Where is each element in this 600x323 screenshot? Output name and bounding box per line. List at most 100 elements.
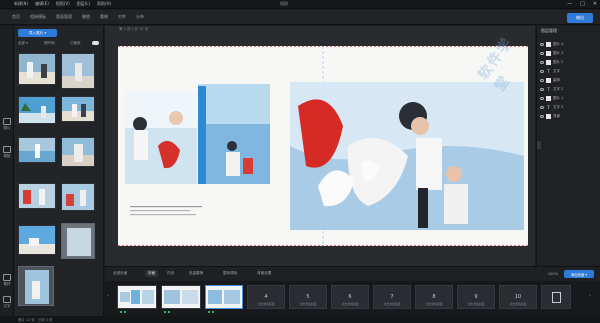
add-page-tile[interactable] [541, 285, 571, 309]
layer-label: 图片 3 [553, 50, 564, 55]
toolbar-distribute[interactable]: 分布 [136, 14, 144, 20]
library-photo[interactable] [18, 183, 56, 209]
close-icon[interactable]: ✕ [593, 1, 597, 7]
rail-item-photos[interactable]: 照片 [2, 118, 12, 131]
library-photo[interactable] [18, 225, 56, 255]
page-thumb-empty[interactable]: 8 点击添加版面 [415, 285, 453, 309]
page-thumb-empty[interactable]: 5 点击添加版面 [289, 285, 327, 309]
toolbar-redo[interactable]: 重做 [100, 14, 108, 20]
minimize-icon[interactable]: — [567, 1, 572, 7]
visibility-icon[interactable] [540, 96, 544, 100]
toolbar-template[interactable]: 相册模板 [30, 14, 46, 20]
page-number: 9 [474, 294, 478, 300]
library-photo-selected[interactable] [18, 266, 54, 306]
library-photo[interactable] [61, 53, 95, 89]
layer-row[interactable]: 背景 [540, 112, 598, 120]
photo-icon [3, 118, 11, 125]
visibility-icon[interactable] [540, 78, 544, 82]
menu-item-edit[interactable]: 编辑(E) [35, 1, 49, 7]
page-status [208, 311, 214, 313]
menu-bar: 新建(N) 编辑(E) 视图(V) 图层(L) 帮助(H) 相册 — □ ✕ [0, 0, 600, 9]
page-thumb-empty[interactable]: 6 点击添加版面 [331, 285, 369, 309]
library-photo[interactable] [18, 137, 56, 163]
toolbar-items: 首页 相册模板 版面管理 撤销 重做 对齐 分布 [12, 14, 144, 20]
page-breadcrumb: 第 1 页 / 共 12 页 [119, 27, 149, 31]
page-thumb-3[interactable] [205, 285, 243, 313]
layer-row[interactable]: 图片 3 [540, 49, 598, 57]
menu-item-new[interactable]: 新建(N) [14, 1, 28, 7]
rail-label: 模板 [3, 154, 11, 158]
layer-label: 文字 [553, 68, 560, 73]
visibility-icon[interactable] [540, 105, 544, 109]
layer-label: 图片 1 [553, 95, 564, 100]
rail-item-assets[interactable]: 素材 [2, 274, 12, 287]
toolbar-layout[interactable]: 版面管理 [56, 14, 72, 20]
tab-inner[interactable]: 内页 [167, 271, 174, 276]
zoom-level[interactable]: 100% [548, 272, 558, 276]
page-hint: 点击添加版面 [467, 302, 485, 306]
page-thumb-empty[interactable]: 9 点击添加版面 [457, 285, 495, 309]
tab-color-adjust[interactable]: 整体调色 [223, 271, 237, 276]
layer-thumb-icon [546, 113, 551, 119]
library-photo[interactable] [18, 96, 56, 124]
layer-thumb-icon [546, 50, 551, 56]
layer-thumb-icon [546, 95, 551, 101]
toolbar-align[interactable]: 对齐 [118, 14, 126, 20]
tab-background[interactable]: 背景设置 [257, 271, 271, 276]
layer-row[interactable]: T 文字 2 [540, 85, 598, 93]
library-photo[interactable] [61, 137, 95, 167]
rail-item-text[interactable]: 文字 [2, 296, 12, 309]
layer-row[interactable]: 图片 2 [540, 58, 598, 66]
library-photo[interactable] [61, 183, 95, 211]
layer-row[interactable]: 图片 4 [540, 40, 598, 48]
library-photo[interactable] [61, 96, 95, 122]
maximize-icon[interactable]: □ [580, 1, 585, 7]
add-page-button[interactable]: 添加页面 ▾ [564, 270, 594, 278]
sort-select[interactable]: 按时间 [44, 41, 55, 46]
visibility-icon[interactable] [540, 69, 544, 73]
visibility-icon[interactable] [540, 87, 544, 91]
toolbar-undo[interactable]: 撤销 [82, 14, 90, 20]
import-photos-button[interactable]: 导入照片 ▾ [18, 29, 57, 37]
layer-row[interactable]: 装饰 [540, 76, 598, 84]
visibility-icon[interactable] [540, 51, 544, 55]
layer-row[interactable]: T 文字 [540, 67, 598, 75]
left-rail: 照片 模板 素材 文字 [0, 26, 14, 316]
layer-row[interactable]: 图片 1 [540, 94, 598, 102]
scroll-left-icon[interactable]: ‹ [107, 293, 109, 299]
page-status [120, 311, 126, 313]
page-thumb-empty[interactable]: 7 点击添加版面 [373, 285, 411, 309]
page-thumb-2[interactable] [161, 285, 201, 313]
library-photo[interactable] [18, 53, 56, 85]
status-text: 照片 12 张 · 已用 3 张 [18, 318, 53, 322]
page-thumb-cover[interactable] [117, 285, 157, 313]
window-controls: — □ ✕ [567, 1, 597, 7]
rail-label: 照片 [3, 126, 11, 130]
menu-item-view[interactable]: 视图(V) [56, 1, 70, 7]
collapse-handle[interactable] [537, 141, 541, 149]
tab-cover[interactable]: 封面 [145, 270, 159, 277]
used-toggle[interactable] [92, 41, 99, 45]
page-bar: 全部页面 封面 内页 批量替换 整体调色 背景设置 100% 添加页面 ▾ [105, 266, 600, 281]
album-spread[interactable] [118, 46, 528, 246]
visibility-icon[interactable] [540, 114, 544, 118]
tab-batch-replace[interactable]: 批量替换 [189, 271, 203, 276]
page-thumb-empty[interactable]: 10 点击添加版面 [499, 285, 537, 309]
visibility-icon[interactable] [540, 42, 544, 46]
rail-item-templates[interactable]: 模板 [2, 146, 12, 159]
menu-item-help[interactable]: 帮助(H) [97, 1, 111, 7]
scroll-right-icon[interactable]: › [589, 293, 591, 299]
export-button[interactable]: 输出 [567, 13, 593, 23]
page-thumb-empty[interactable]: 4 点击添加版面 [247, 285, 285, 309]
tab-all-pages[interactable]: 全部页面 [113, 271, 127, 276]
layer-label: 装饰 [553, 77, 560, 82]
toolbar-home[interactable]: 首页 [12, 14, 20, 20]
page-status [164, 311, 170, 313]
page-hint: 点击添加版面 [299, 302, 317, 306]
menu-item-layer[interactable]: 图层(L) [77, 1, 90, 7]
visibility-icon[interactable] [540, 60, 544, 64]
library-photo-selected[interactable] [61, 223, 95, 259]
text-layer-icon: T [547, 86, 550, 92]
filter-select[interactable]: 全部 ▾ [18, 41, 28, 46]
layer-row[interactable]: T 文字 3 [540, 103, 598, 111]
